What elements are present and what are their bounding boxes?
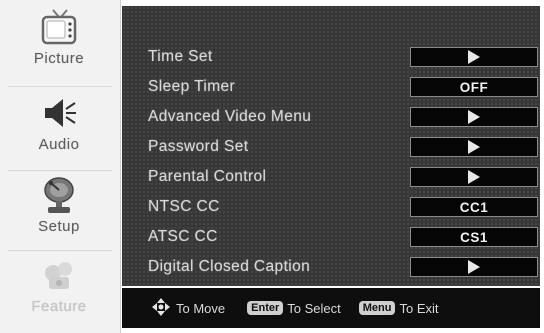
menu-row-advanced-video-menu[interactable]: Advanced Video Menu (148, 104, 538, 130)
exit-hint: Menu To Exit (358, 300, 439, 316)
sidebar-item-setup[interactable]: Setup (4, 174, 114, 235)
value-box[interactable]: OFF (410, 77, 538, 97)
sidebar-item-audio[interactable]: Audio (4, 92, 114, 153)
help-bar: To Move Enter To Select Menu To Exit (122, 288, 540, 328)
satellite-dish-icon (39, 174, 79, 216)
atsc-cc-value: CS1 (460, 229, 488, 245)
submenu-arrow-box[interactable] (410, 47, 538, 67)
move-hint: To Move (152, 297, 226, 319)
menu-row-label: Parental Control (148, 168, 267, 185)
sidebar-item-label: Audio (38, 136, 80, 153)
right-arrow-icon (468, 110, 480, 124)
value-box[interactable]: CS1 (410, 227, 538, 247)
submenu-arrow-box[interactable] (410, 257, 538, 277)
menu-key-badge: Menu (358, 301, 396, 315)
sidebar-item-feature[interactable]: Feature (4, 254, 114, 315)
menu-row-ntsc-cc[interactable]: NTSC CC CC1 (148, 194, 538, 220)
right-arrow-icon (468, 50, 480, 64)
dpad-icon (152, 297, 170, 319)
menu-row-label: NTSC CC (148, 198, 220, 215)
menu-row-digital-closed-caption[interactable]: Digital Closed Caption (148, 254, 538, 280)
move-hint-text: To Move (176, 300, 226, 316)
menu-row-password-set[interactable]: Password Set (148, 134, 538, 160)
submenu-arrow-box[interactable] (410, 137, 538, 157)
menu-row-time-set[interactable]: Time Set (148, 44, 538, 70)
menu-row-label: Advanced Video Menu (148, 108, 312, 125)
sidebar-item-label: Picture (33, 50, 85, 67)
menu-row-parental-control[interactable]: Parental Control (148, 164, 538, 190)
speaker-icon (39, 92, 79, 134)
select-hint: Enter To Select (247, 301, 341, 316)
sleep-timer-value: OFF (459, 79, 489, 95)
tv-icon (39, 6, 79, 48)
submenu-arrow-box[interactable] (410, 107, 538, 127)
sidebar: Picture Audio Setup Feature (0, 0, 121, 333)
value-box[interactable]: CC1 (410, 197, 538, 217)
sidebar-divider (8, 86, 112, 87)
menu-row-label: Time Set (148, 48, 213, 65)
sidebar-divider (8, 250, 112, 251)
menu-row-sleep-timer[interactable]: Sleep Timer OFF (148, 74, 538, 100)
menu-row-label: ATSC CC (148, 228, 218, 245)
enter-key-badge: Enter (247, 301, 284, 315)
exit-hint-text: To Exit (399, 300, 439, 316)
sidebar-divider (8, 170, 112, 171)
ntsc-cc-value: CC1 (459, 199, 489, 215)
feature-icon (39, 254, 79, 296)
menu-row-label: Password Set (148, 138, 249, 155)
menu-row-label: Sleep Timer (148, 78, 236, 95)
menu-row-atsc-cc[interactable]: ATSC CC CS1 (148, 224, 538, 250)
submenu-arrow-box[interactable] (410, 167, 538, 187)
right-arrow-icon (468, 140, 480, 154)
settings-panel: Time Set Sleep Timer OFF Advanced Video … (122, 6, 540, 286)
right-arrow-icon (468, 260, 480, 274)
sidebar-item-picture[interactable]: Picture (4, 6, 114, 67)
menu-row-label: Digital Closed Caption (148, 258, 311, 275)
sidebar-item-label: Feature (31, 298, 87, 315)
right-arrow-icon (468, 170, 480, 184)
select-hint-text: To Select (287, 300, 341, 316)
sidebar-item-label: Setup (38, 218, 80, 235)
